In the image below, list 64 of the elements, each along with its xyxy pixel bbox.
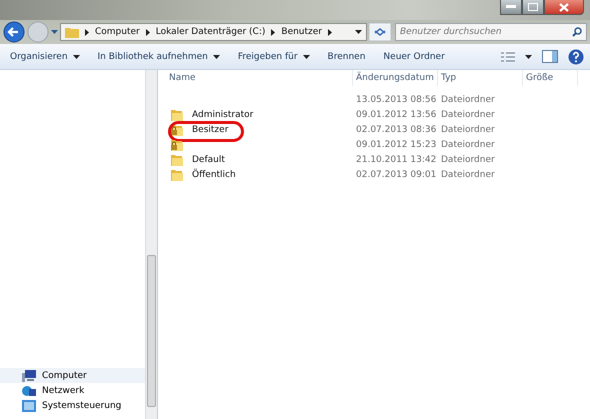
- file-name[interactable]: Besitzer: [188, 124, 232, 136]
- date-cell-text: 09.01.2012 15:23: [355, 140, 438, 150]
- maximize-icon: [528, 3, 538, 11]
- toolbar-button[interactable]: Brennen: [324, 50, 370, 64]
- maximize-button[interactable]: [522, 0, 544, 15]
- search-field[interactable]: Benutzer durchsuchen: [395, 23, 587, 41]
- chevron-icon: [328, 28, 332, 36]
- chevron-icon: [85, 28, 89, 36]
- view-list-icon[interactable]: [501, 52, 515, 62]
- folder-icon: [65, 26, 79, 38]
- type-cell-text: Dateiordner: [440, 170, 496, 180]
- caret-icon[interactable]: [525, 54, 532, 58]
- date-cell-text: 09.01.2012 13:56: [355, 110, 438, 120]
- folder-icon: [171, 108, 183, 120]
- type-cell-text: Dateiordner: [440, 140, 496, 150]
- caret-icon: [302, 54, 310, 58]
- sidebar-item[interactable]: Netzwerk: [0, 383, 145, 398]
- type-cell-text: Dateiordner: [440, 110, 496, 120]
- type-cell-text: Dateiordner: [440, 124, 496, 134]
- breadcrumb[interactable]: Lokaler Datenträger (C:): [156, 27, 266, 37]
- date-cell-text: 21.10.2011 13:42: [355, 154, 438, 164]
- column-header[interactable]: Änderungsdatum: [353, 70, 438, 86]
- history-dropdown-icon[interactable]: [51, 30, 58, 34]
- type-cell-text: Dateiordner: [440, 94, 496, 104]
- computer-icon: [22, 370, 36, 382]
- help-icon[interactable]: [568, 48, 584, 64]
- caret-icon: [72, 54, 80, 58]
- column-header[interactable]: Typ: [438, 70, 523, 86]
- caret-icon: [212, 54, 220, 58]
- date-cell-text: 02.07.2013 09:01: [355, 170, 438, 180]
- dropdown-icon[interactable]: [355, 30, 362, 34]
- breadcrumb[interactable]: Benutzer: [281, 27, 322, 37]
- minimize-icon: [506, 5, 516, 9]
- toolbar-button[interactable]: Neuer Ordner: [379, 50, 449, 64]
- address-bar[interactable]: Computer Lokaler Datenträger (C:) Benutzer: [60, 23, 367, 41]
- locked-folder-icon: [171, 124, 183, 136]
- refresh-button[interactable]: [369, 23, 391, 41]
- folder-icon: [171, 168, 183, 180]
- toolbar-button[interactable]: In Bibliothek aufnehmen: [94, 50, 224, 64]
- column-header[interactable]: Name: [166, 70, 353, 86]
- minimize-button[interactable]: [500, 0, 522, 15]
- file-name[interactable]: Administrator: [188, 108, 258, 120]
- back-button[interactable]: [3, 21, 25, 43]
- chevron-icon: [271, 28, 276, 36]
- scrollbar[interactable]: [145, 70, 158, 419]
- close-button[interactable]: [544, 0, 584, 15]
- chevron-icon: [146, 28, 150, 36]
- toolbar-button[interactable]: Freigeben für: [234, 50, 314, 64]
- toolbar-button[interactable]: Organisieren: [6, 50, 84, 64]
- preview-pane-icon[interactable]: [542, 50, 558, 63]
- file-name[interactable]: Öffentlich: [188, 168, 240, 180]
- folder-icon: [171, 154, 183, 166]
- close-icon: [559, 2, 569, 12]
- column-header[interactable]: Größe: [523, 70, 578, 86]
- breadcrumb[interactable]: Computer: [95, 27, 140, 37]
- search-icon: [572, 27, 582, 37]
- sidebar-item[interactable]: Computer: [0, 368, 145, 383]
- type-cell-text: Dateiordner: [440, 154, 496, 164]
- network-icon: [22, 384, 36, 396]
- date-cell-text: 13.05.2013 08:56: [355, 94, 438, 104]
- file-name[interactable]: Default: [188, 154, 229, 166]
- sidebar-item[interactable]: Systemsteuerung: [0, 398, 145, 413]
- date-cell-text: 02.07.2013 08:36: [355, 124, 438, 134]
- control-panel-icon: [22, 400, 36, 412]
